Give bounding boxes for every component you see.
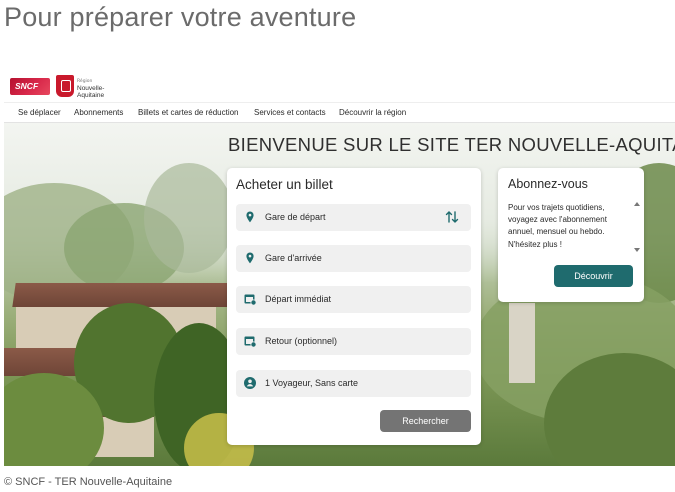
scroll-down-icon[interactable] xyxy=(634,248,640,252)
scroll-up-icon[interactable] xyxy=(634,202,640,206)
page-heading: Pour préparer votre aventure xyxy=(4,2,357,32)
subscription-title: Abonnez-vous xyxy=(508,177,588,191)
nav-item-services[interactable]: Services et contacts xyxy=(254,108,326,117)
departure-station-field[interactable]: Gare de départ xyxy=(236,204,471,231)
passengers-label: 1 Voyageur, Sans carte xyxy=(265,378,359,388)
nav-item-billets[interactable]: Billets et cartes de réduction xyxy=(138,108,239,117)
calendar-clock-icon xyxy=(244,294,257,306)
scenery-tower xyxy=(509,303,535,383)
ticket-booking-form: Acheter un billet Gare de départ Gare d'… xyxy=(227,168,481,445)
subscription-text: Pour vos trajets quotidiens, voyagez ave… xyxy=(508,203,607,249)
passengers-field[interactable]: 1 Voyageur, Sans carte xyxy=(236,370,471,397)
departure-time-field[interactable]: Départ immédiat xyxy=(236,286,471,313)
nav-item-abonnements[interactable]: Abonnements xyxy=(74,108,123,117)
return-label: Retour (optionnel) xyxy=(265,336,338,346)
return-field[interactable]: Retour (optionnel) xyxy=(236,328,471,355)
sncf-logo[interactable]: SNCF xyxy=(10,78,50,95)
calendar-clock-icon xyxy=(244,336,257,348)
swap-stations-icon[interactable] xyxy=(445,210,459,224)
nav-item-se-deplacer[interactable]: Se déplacer xyxy=(18,108,61,117)
location-pin-icon xyxy=(246,252,254,264)
page: Pour préparer votre aventure SNCF Région… xyxy=(0,0,675,492)
main-navigation: Se déplacer Abonnements Billets et carte… xyxy=(4,102,675,123)
nav-item-decouvrir[interactable]: Découvrir la région xyxy=(339,108,406,117)
arrival-station-label: Gare d'arrivée xyxy=(265,253,322,263)
region-logo-text: Région Nouvelle- Aquitaine xyxy=(77,79,104,99)
hero-banner: BIENVENUE SUR LE SITE TER NOUVELLE-AQUIT… xyxy=(4,123,675,466)
region-name-line-2: Aquitaine xyxy=(77,92,105,99)
subscription-scrollbar[interactable] xyxy=(634,202,640,252)
website-screenshot: SNCF Région Nouvelle- Aquitaine Se dépla… xyxy=(4,70,675,466)
location-pin-icon xyxy=(246,211,254,223)
region-logo[interactable] xyxy=(56,75,74,97)
discover-button[interactable]: Découvrir xyxy=(554,265,633,287)
sncf-logo-text: SNCF xyxy=(15,81,39,91)
search-button[interactable]: Rechercher xyxy=(380,410,471,432)
image-caption: © SNCF - TER Nouvelle-Aquitaine xyxy=(4,476,173,488)
arrival-station-field[interactable]: Gare d'arrivée xyxy=(236,245,471,272)
brand-bar: SNCF Région Nouvelle- Aquitaine xyxy=(4,70,675,102)
user-icon xyxy=(244,377,256,389)
departure-time-label: Départ immédiat xyxy=(265,294,332,304)
subscription-panel: Abonnez-vous Pour vos trajets quotidiens… xyxy=(498,168,644,302)
hero-title: BIENVENUE SUR LE SITE TER NOUVELLE-AQUIT… xyxy=(228,134,675,155)
region-name-line-1: Nouvelle- xyxy=(77,85,105,92)
ticket-form-title: Acheter un billet xyxy=(236,177,333,192)
scenery-tree xyxy=(144,163,234,273)
departure-station-label: Gare de départ xyxy=(265,212,326,222)
